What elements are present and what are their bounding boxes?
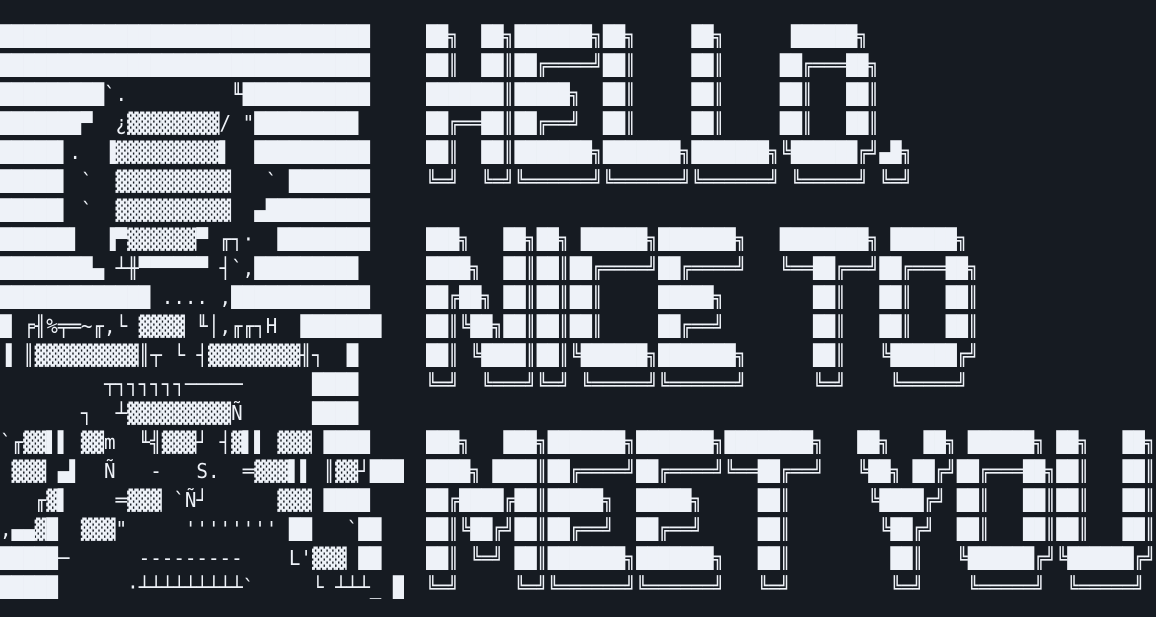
ascii-portrait-art: ████████████████████████████████ ███████… [0,0,404,617]
ascii-banner-text: ██╗ ██╗███████╗██╗ ██╗ ██████╗ ██║ ██║██… [426,24,1156,599]
ascii-greeting-banner: ██╗ ██╗███████╗██╗ ██╗ ██████╗ ██║ ██║██… [426,0,1156,617]
ascii-portrait-text: ████████████████████████████████ ███████… [0,24,404,599]
